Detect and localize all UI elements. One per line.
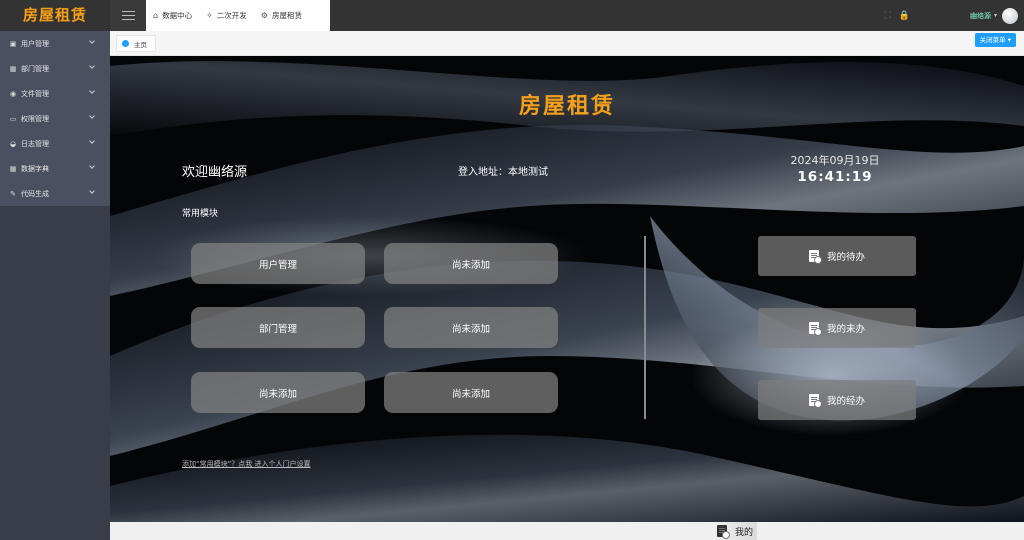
plugin-icon: ✧ bbox=[206, 11, 213, 20]
task-button-todo[interactable]: 我的待办 bbox=[758, 236, 916, 276]
code-icon: ✎ bbox=[10, 189, 16, 198]
tab-data-center[interactable]: ⌂ 数据中心 bbox=[146, 0, 199, 31]
tab-home[interactable]: 主页 bbox=[116, 35, 156, 52]
breadcrumb-label: 主页 bbox=[134, 40, 147, 49]
home-icon: ⌂ bbox=[153, 11, 159, 20]
current-date: 2024年09月19日 bbox=[790, 154, 880, 167]
module-button-empty[interactable]: 尚未添加 bbox=[384, 243, 558, 284]
task-label: 我的待办 bbox=[826, 252, 865, 263]
document-icon bbox=[717, 525, 730, 539]
sidebar-item-label: 权限管理 bbox=[21, 114, 49, 123]
sidebar-item-permissions[interactable]: ▭ 权限管理 bbox=[0, 106, 110, 131]
task-label: 我的经办 bbox=[826, 396, 865, 407]
log-icon: ◒ bbox=[9, 139, 17, 148]
sidebar-item-codegen[interactable]: ✎ 代码生成 bbox=[0, 181, 110, 206]
page-title: 房屋租赁 bbox=[518, 94, 615, 119]
hamburger-icon bbox=[121, 11, 135, 20]
module-button-empty[interactable]: 尚未添加 bbox=[191, 372, 365, 413]
grid-icon: ▦ bbox=[9, 64, 17, 73]
chevron-down-icon bbox=[89, 63, 95, 69]
tab-secondary-dev[interactable]: ✧ 二次开发 bbox=[199, 0, 254, 31]
task-button-overflow[interactable]: 我的 bbox=[713, 522, 758, 540]
sidebar-item-logs[interactable]: ◒ 日志管理 bbox=[0, 131, 110, 156]
chevron-down-icon bbox=[89, 113, 95, 119]
sidebar-menu: ▣ 用户管理 ▦ 部门管理 ◉ 文件管理 ▭ 权限管理 ◒ 日志管理 ▦ 数据字… bbox=[0, 31, 110, 206]
module-button-department-management[interactable]: 部门管理 bbox=[191, 307, 365, 348]
chevron-down-icon bbox=[89, 163, 95, 169]
gear-icon: ⚙ bbox=[260, 11, 268, 20]
close-menu-button[interactable]: 关闭菜单 ▾ bbox=[974, 33, 1016, 47]
portal-settings-link[interactable]: 添加“常用模块”？点我 进入个人门户设置 bbox=[182, 459, 310, 469]
home-dashboard: 房屋租赁 欢迎幽络源 登入地址：本地测试 2024年09月19日 16:41:1… bbox=[110, 56, 1024, 522]
bottom-strip bbox=[110, 522, 1024, 540]
sidebar: ▣ 用户管理 ▦ 部门管理 ◉ 文件管理 ▭ 权限管理 ◒ 日志管理 ▦ 数据字… bbox=[0, 31, 110, 540]
caret-down-icon[interactable]: ▾ bbox=[994, 12, 997, 19]
module-button-empty[interactable]: 尚未添加 bbox=[384, 307, 558, 348]
breadcrumb: 主页 关闭菜单 ▾ bbox=[110, 31, 1024, 56]
app-window: 房屋租赁 ⌂ 数据中心 ✧ 二次开发 ⚙ 房屋租赁 ⛶ 🔒 幽络源 ▾ ▣ 用户… bbox=[0, 0, 1024, 540]
module-button-user-management[interactable]: 用户管理 bbox=[191, 243, 365, 284]
current-time: 16:41:19 bbox=[797, 169, 873, 185]
task-label: 我的未办 bbox=[826, 324, 865, 335]
sidebar-item-files[interactable]: ◉ 文件管理 bbox=[0, 81, 110, 106]
task-label: 我的 bbox=[735, 527, 754, 538]
dict-icon: ▦ bbox=[9, 164, 17, 173]
sidebar-item-users[interactable]: ▣ 用户管理 bbox=[0, 31, 110, 56]
tab-house-rental[interactable]: ⚙ 房屋租赁 bbox=[254, 0, 309, 31]
users-icon: ▣ bbox=[9, 39, 17, 48]
tab-label: 房屋租赁 bbox=[271, 11, 302, 20]
background-image bbox=[110, 56, 1024, 522]
module-button-empty[interactable]: 尚未添加 bbox=[384, 372, 558, 413]
sidebar-item-label: 用户管理 bbox=[21, 39, 49, 48]
tab-label: 数据中心 bbox=[162, 11, 193, 20]
chevron-down-icon bbox=[89, 188, 95, 194]
login-address: 登入地址：本地测试 bbox=[458, 167, 548, 178]
common-modules-label: 常用模块 bbox=[182, 209, 219, 219]
user-name[interactable]: 幽络源 bbox=[970, 11, 991, 21]
document-icon bbox=[808, 250, 822, 264]
app-logo: 房屋租赁 bbox=[0, 0, 110, 31]
top-nav-tabs: ⌂ 数据中心 ✧ 二次开发 ⚙ 房屋租赁 bbox=[146, 0, 330, 31]
fullscreen-icon[interactable]: ⛶ bbox=[884, 11, 890, 21]
top-bar: 房屋租赁 ⌂ 数据中心 ✧ 二次开发 ⚙ 房屋租赁 ⛶ 🔒 幽络源 ▾ bbox=[0, 0, 1024, 31]
top-right-tools: ⛶ 🔒 幽络源 ▾ bbox=[884, 0, 1024, 31]
home-dot-icon bbox=[122, 40, 129, 47]
divider bbox=[644, 236, 646, 419]
task-button-handled[interactable]: 我的经办 bbox=[758, 380, 916, 420]
document-icon bbox=[808, 322, 822, 336]
sidebar-item-label: 日志管理 bbox=[21, 139, 49, 148]
sidebar-item-dictionary[interactable]: ▦ 数据字典 bbox=[0, 156, 110, 181]
chevron-down-icon bbox=[89, 138, 95, 144]
avatar[interactable] bbox=[1002, 7, 1018, 24]
document-icon bbox=[808, 394, 822, 408]
sidebar-item-label: 数据字典 bbox=[21, 164, 49, 173]
monitor-icon: ▭ bbox=[9, 114, 17, 123]
sidebar-item-label: 代码生成 bbox=[21, 189, 49, 198]
sidebar-item-label: 文件管理 bbox=[21, 89, 49, 98]
tab-label: 二次开发 bbox=[216, 11, 247, 20]
chevron-down-icon bbox=[89, 38, 95, 44]
menu-toggle-button[interactable] bbox=[110, 0, 146, 31]
welcome-text: 欢迎幽络源 bbox=[182, 165, 248, 180]
sidebar-item-label: 部门管理 bbox=[21, 64, 49, 73]
task-button-pending[interactable]: 我的未办 bbox=[758, 308, 916, 348]
chevron-down-icon bbox=[89, 88, 95, 94]
file-icon: ◉ bbox=[9, 89, 17, 98]
lock-icon[interactable]: 🔒 bbox=[899, 11, 910, 21]
sidebar-item-departments[interactable]: ▦ 部门管理 bbox=[0, 56, 110, 81]
